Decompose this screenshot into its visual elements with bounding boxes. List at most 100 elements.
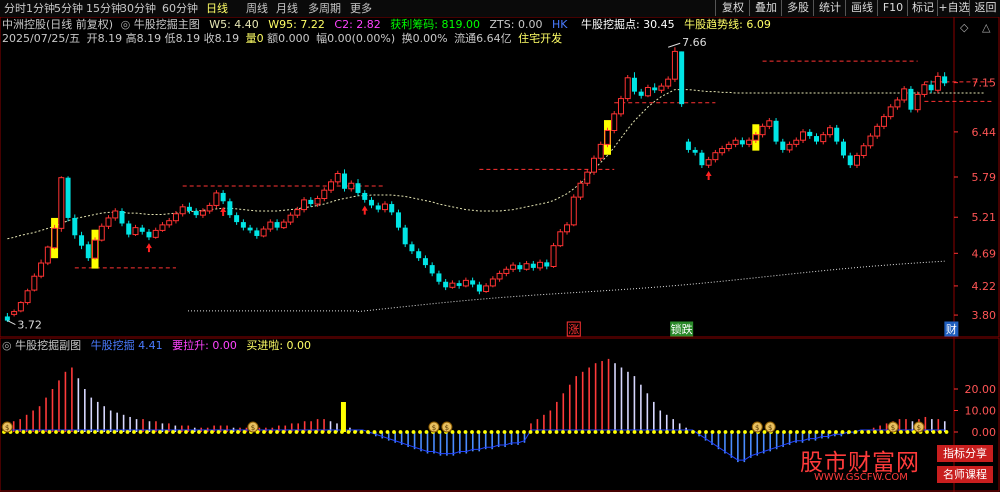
candle-body-up[interactable] bbox=[199, 210, 206, 216]
candle-body-up[interactable] bbox=[591, 157, 597, 173]
period-tab-4[interactable]: 30分钟 bbox=[120, 1, 156, 16]
period-tab-6[interactable]: 日线 bbox=[206, 1, 228, 16]
candle-body-down[interactable] bbox=[834, 127, 840, 142]
candle-body-up[interactable] bbox=[44, 246, 51, 264]
candle-body-up[interactable] bbox=[294, 209, 301, 216]
candle-body-up[interactable] bbox=[759, 125, 766, 136]
candle-body-down[interactable] bbox=[847, 155, 853, 166]
candle-body-down[interactable] bbox=[79, 235, 85, 246]
candle-body-up[interactable] bbox=[31, 275, 38, 291]
candle-body-down[interactable] bbox=[119, 210, 125, 224]
candle-body-down[interactable] bbox=[807, 131, 813, 137]
toolbar-button-5[interactable]: F10 bbox=[877, 0, 908, 16]
candle-body-up[interactable] bbox=[38, 262, 45, 277]
candle-body-down[interactable] bbox=[631, 77, 637, 92]
candle-body-up[interactable] bbox=[280, 221, 287, 229]
candle-body-up[interactable] bbox=[206, 204, 213, 212]
candle-body-down[interactable] bbox=[254, 230, 260, 236]
candle-body-down[interactable] bbox=[409, 244, 415, 252]
period-tab-5[interactable]: 60分钟 bbox=[162, 1, 198, 16]
candle-body-down[interactable] bbox=[72, 217, 78, 236]
candle-body-down[interactable] bbox=[416, 251, 422, 259]
candle-body-up[interactable] bbox=[58, 177, 65, 229]
toolbar-button-7[interactable]: +自选 bbox=[937, 0, 970, 16]
candle-body-up[interactable] bbox=[112, 210, 119, 219]
candle-body-down[interactable] bbox=[814, 136, 820, 142]
candle-body-down[interactable] bbox=[220, 192, 226, 202]
candle-body-up[interactable] bbox=[260, 228, 267, 237]
candle-body-up[interactable] bbox=[867, 135, 874, 147]
candle-body-down[interactable] bbox=[126, 223, 132, 235]
candle-body-up[interactable] bbox=[98, 225, 105, 241]
candle-body-down[interactable] bbox=[699, 152, 705, 166]
candle-body-up[interactable] bbox=[321, 189, 328, 199]
candle-body-up[interactable] bbox=[381, 203, 388, 211]
candle-body-down[interactable] bbox=[476, 284, 482, 292]
candle-body-down[interactable] bbox=[274, 222, 280, 228]
candle-body-down[interactable] bbox=[517, 265, 523, 270]
candle-body-up[interactable] bbox=[611, 113, 618, 132]
candle-body-up[interactable] bbox=[496, 272, 503, 280]
candle-body-up[interactable] bbox=[671, 50, 678, 80]
candle-body-up[interactable] bbox=[874, 125, 881, 137]
candle-body-up[interactable] bbox=[786, 143, 793, 151]
candle-body-down[interactable] bbox=[840, 141, 846, 156]
candle-body-up[interactable] bbox=[732, 139, 739, 145]
candle-body-up[interactable] bbox=[705, 159, 712, 166]
candle-body-up[interactable] bbox=[92, 239, 99, 259]
candle-body-up[interactable] bbox=[793, 139, 800, 145]
candle-body-down[interactable] bbox=[422, 258, 428, 266]
candle-body-down[interactable] bbox=[4, 316, 10, 321]
candle-body-up[interactable] bbox=[752, 134, 759, 141]
candle-body-up[interactable] bbox=[159, 224, 166, 231]
toolbar-button-0[interactable]: 复权 bbox=[715, 0, 750, 16]
candle-body-down[interactable] bbox=[739, 140, 745, 145]
candle-body-up[interactable] bbox=[11, 311, 18, 315]
indicator-name[interactable]: 牛股挖掘主图 bbox=[134, 18, 200, 31]
candle-body-down[interactable] bbox=[436, 273, 442, 282]
candle-body-up[interactable] bbox=[665, 78, 672, 87]
candle-body-up[interactable] bbox=[24, 290, 31, 304]
up-triangle-icon[interactable]: △ bbox=[982, 21, 991, 34]
candle-body-up[interactable] bbox=[934, 75, 941, 91]
candle-body-up[interactable] bbox=[213, 192, 220, 206]
candle-body-down[interactable] bbox=[456, 283, 462, 286]
candle-body-up[interactable] bbox=[267, 221, 274, 230]
candle-body-down[interactable] bbox=[928, 84, 934, 91]
candle-body-up[interactable] bbox=[617, 98, 624, 115]
candle-body-up[interactable] bbox=[17, 302, 24, 312]
candle-body-up[interactable] bbox=[604, 130, 611, 145]
toolbar-button-4[interactable]: 画线 bbox=[845, 0, 878, 16]
candle-body-up[interactable] bbox=[901, 88, 908, 101]
candle-body-up[interactable] bbox=[725, 143, 732, 150]
candle-body-down[interactable] bbox=[355, 183, 361, 193]
candle-body-down[interactable] bbox=[544, 262, 550, 267]
diamond-icon[interactable]: ◇ bbox=[960, 21, 969, 34]
period-tab-10[interactable]: 更多 bbox=[350, 1, 372, 16]
candle-body-down[interactable] bbox=[942, 76, 948, 84]
candle-body-down[interactable] bbox=[193, 210, 199, 216]
candle-body-up[interactable] bbox=[658, 85, 665, 91]
candle-body-down[interactable] bbox=[638, 91, 644, 96]
candle-body-down[interactable] bbox=[227, 201, 233, 216]
candle-body-down[interactable] bbox=[429, 265, 435, 274]
candle-body-up[interactable] bbox=[105, 217, 112, 227]
candle-body-up[interactable] bbox=[334, 173, 341, 183]
candle-body-down[interactable] bbox=[685, 141, 691, 150]
candle-body-up[interactable] bbox=[152, 229, 159, 238]
candle-body-down[interactable] bbox=[679, 51, 685, 105]
candle-body-up[interactable] bbox=[800, 131, 807, 141]
candle-body-up[interactable] bbox=[172, 213, 179, 222]
toolbar-button-8[interactable]: 返回 bbox=[969, 0, 1000, 16]
period-tab-3[interactable]: 15分钟 bbox=[86, 1, 122, 16]
candle-body-up[interactable] bbox=[860, 145, 867, 156]
candle-body-down[interactable] bbox=[470, 280, 476, 285]
candle-body-up[interactable] bbox=[914, 93, 921, 111]
candle-body-up[interactable] bbox=[880, 116, 887, 127]
candle-body-up[interactable] bbox=[564, 224, 571, 233]
candle-body-up[interactable] bbox=[328, 181, 335, 191]
candle-body-up[interactable] bbox=[921, 84, 928, 95]
candle-body-up[interactable] bbox=[301, 199, 308, 211]
candle-body-up[interactable] bbox=[570, 196, 577, 226]
candle-body-up[interactable] bbox=[462, 279, 469, 287]
